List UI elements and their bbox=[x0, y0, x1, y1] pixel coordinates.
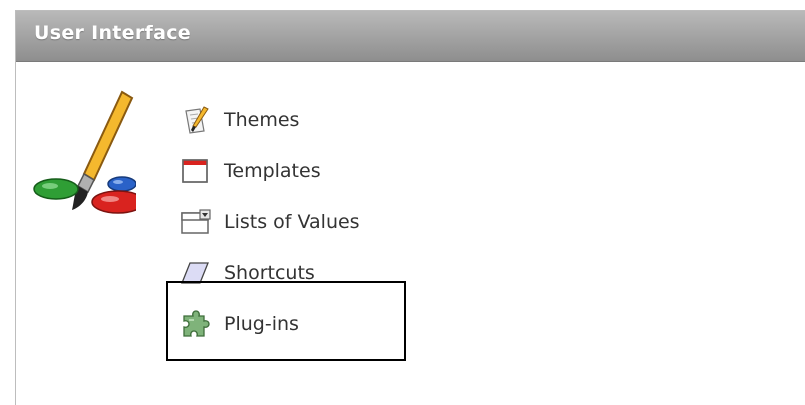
themes-icon bbox=[180, 104, 222, 136]
menu-item-label: Themes bbox=[224, 108, 300, 131]
lists-of-values-icon bbox=[180, 206, 222, 238]
panel-title: User Interface bbox=[34, 22, 191, 44]
user-interface-menu: Themes Templates Lists of Values Shortcu… bbox=[180, 94, 360, 349]
templates-icon bbox=[180, 155, 222, 187]
menu-item-plug-ins[interactable]: Plug-ins bbox=[180, 298, 360, 349]
panel-header: User Interface bbox=[16, 11, 805, 62]
paintbrush-palette-icon bbox=[33, 90, 136, 214]
puzzle-piece-icon bbox=[180, 308, 222, 340]
shortcuts-icon bbox=[180, 257, 222, 289]
menu-item-label: Lists of Values bbox=[224, 210, 360, 233]
menu-item-templates[interactable]: Templates bbox=[180, 145, 360, 196]
menu-item-label: Plug-ins bbox=[224, 312, 299, 335]
menu-item-shortcuts[interactable]: Shortcuts bbox=[180, 247, 360, 298]
menu-item-themes[interactable]: Themes bbox=[180, 94, 360, 145]
menu-item-label: Templates bbox=[224, 159, 321, 182]
menu-item-lists-of-values[interactable]: Lists of Values bbox=[180, 196, 360, 247]
menu-item-label: Shortcuts bbox=[224, 261, 315, 284]
